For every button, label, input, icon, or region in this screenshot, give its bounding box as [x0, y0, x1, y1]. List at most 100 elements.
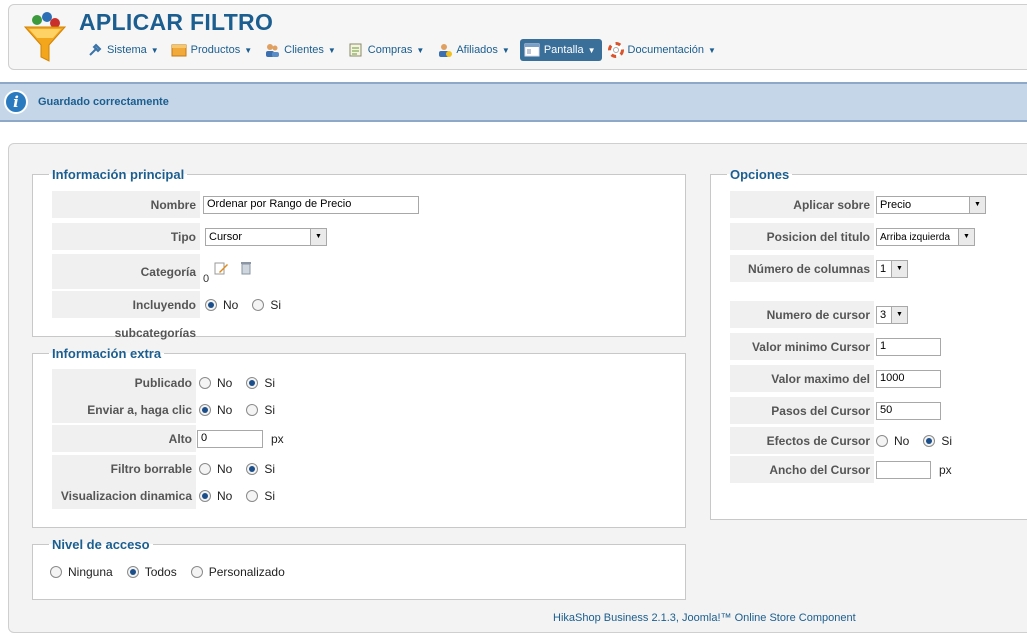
- categoria-row: Categoría 0: [52, 254, 672, 290]
- menu-afiliados[interactable]: Afiliados ▼: [434, 39, 516, 61]
- main-info-legend: Información principal: [52, 167, 185, 182]
- options-legend: Opciones: [730, 167, 790, 182]
- publicado-si-radio[interactable]: [246, 377, 259, 389]
- access-personalizado-radio[interactable]: [190, 566, 203, 578]
- access-todos-label: Todos: [144, 565, 177, 579]
- access-todos-radio[interactable]: [126, 566, 139, 578]
- efectos-si-label: Si: [941, 434, 953, 448]
- borrable-no-radio[interactable]: [199, 463, 211, 475]
- extra-info-legend: Información extra: [52, 346, 162, 361]
- columnas-label: Número de columnas: [730, 255, 874, 283]
- publicado-no-label: No: [217, 376, 233, 390]
- posicion-row: Posicion del titulo Arriba izquierda ▼: [730, 223, 1027, 251]
- display-icon: [524, 43, 540, 57]
- users-icon: [266, 44, 280, 57]
- nombre-input[interactable]: Ordenar por Rango de Precio: [203, 196, 419, 214]
- aplicar-label: Aplicar sobre: [730, 191, 874, 219]
- alto-label: Alto: [52, 425, 196, 453]
- min-input[interactable]: 1: [876, 338, 941, 356]
- message-text: Guardado correctamente: [38, 96, 169, 108]
- menu-sistema[interactable]: Sistema ▼: [85, 39, 165, 61]
- ancho-row: Ancho del Cursor px: [730, 456, 1027, 484]
- enviar-row: Enviar a, haga clic No Si: [52, 396, 672, 424]
- pasos-label: Pasos del Cursor: [730, 397, 874, 425]
- wrench-icon: [89, 43, 102, 56]
- cursor-num-select[interactable]: 3 ▼: [876, 306, 908, 324]
- subcat-no-radio[interactable]: [205, 299, 217, 311]
- subcat-si-label: Si: [270, 298, 282, 312]
- menu-sistema-label: Sistema: [107, 44, 147, 56]
- chevron-down-icon: ▼: [327, 45, 336, 55]
- alto-row: Alto 0 px: [52, 425, 672, 453]
- enviar-label: Enviar a, haga clic: [52, 396, 196, 424]
- efectos-si-radio[interactable]: [923, 435, 936, 447]
- chevron-down-icon: ▼: [416, 45, 425, 55]
- nombre-label: Nombre: [52, 191, 200, 219]
- ancho-label: Ancho del Cursor: [730, 456, 874, 484]
- tipo-select[interactable]: Cursor ▼: [205, 228, 327, 246]
- alto-input[interactable]: 0: [197, 430, 263, 448]
- menu-clientes-label: Clientes: [284, 44, 324, 56]
- menu-productos[interactable]: Productos ▼: [169, 39, 258, 61]
- ancho-unit: px: [939, 463, 952, 477]
- dinamica-no-label: No: [217, 489, 233, 503]
- cart-icon: [349, 43, 362, 57]
- trash-icon[interactable]: [239, 260, 253, 276]
- enviar-si-label: Si: [264, 403, 276, 417]
- box-icon: [171, 44, 187, 57]
- publicado-no-radio[interactable]: [199, 377, 211, 389]
- menu-compras[interactable]: Compras ▼: [346, 39, 431, 61]
- columnas-select[interactable]: 1 ▼: [876, 260, 908, 278]
- dinamica-si-label: Si: [264, 489, 276, 503]
- menu-documentacion[interactable]: Documentación ▼: [606, 39, 722, 61]
- tipo-row: Tipo Cursor ▼: [52, 223, 672, 251]
- borrable-si-label: Si: [264, 462, 276, 476]
- subcat-no-label: No: [223, 298, 239, 312]
- menu-pantalla-label: Pantalla: [543, 44, 584, 56]
- dinamica-si-radio[interactable]: [246, 490, 259, 502]
- enviar-no-label: No: [217, 403, 233, 417]
- borrable-si-radio[interactable]: [246, 463, 259, 475]
- aplicar-row: Aplicar sobre Precio ▼: [730, 191, 1027, 219]
- dinamica-label: Visualizacion dinamica: [52, 482, 196, 510]
- enviar-si-radio[interactable]: [246, 404, 259, 416]
- dinamica-row: Visualizacion dinamica No Si: [52, 482, 672, 510]
- chevron-down-icon: ▼: [310, 229, 326, 245]
- efectos-no-label: No: [894, 434, 910, 448]
- chevron-down-icon: ▼: [891, 261, 907, 277]
- max-label: Valor maximo del Cursor: [730, 365, 874, 414]
- chevron-down-icon: ▼: [707, 45, 716, 55]
- dinamica-no-radio[interactable]: [199, 490, 211, 502]
- categoria-label: Categoría: [52, 254, 200, 290]
- aplicar-select[interactable]: Precio ▼: [876, 196, 986, 214]
- pasos-input[interactable]: 50: [876, 402, 941, 420]
- chevron-down-icon: ▼: [587, 45, 596, 55]
- menu-clientes[interactable]: Clientes ▼: [262, 39, 342, 61]
- edit-icon[interactable]: [213, 260, 229, 276]
- borrable-row: Filtro borrable No Si: [52, 455, 672, 483]
- min-label: Valor minimo Cursor: [730, 333, 874, 361]
- efectos-no-radio[interactable]: [876, 435, 888, 447]
- categoria-value: 0: [203, 273, 210, 285]
- publicado-label: Publicado: [52, 369, 196, 397]
- lifebuoy-icon: [607, 42, 624, 58]
- access-ninguna-radio[interactable]: [50, 566, 62, 578]
- ancho-input[interactable]: [876, 461, 931, 479]
- enviar-no-radio[interactable]: [199, 404, 211, 416]
- subcat-si-radio[interactable]: [252, 299, 265, 311]
- access-ninguna-label: Ninguna: [68, 565, 113, 579]
- posicion-select[interactable]: Arriba izquierda ▼: [876, 228, 975, 246]
- subcategorias-row: Incluyendo subcategorías No Si: [52, 291, 672, 340]
- efectos-label: Efectos de Cursor: [730, 427, 874, 455]
- columnas-row: Número de columnas 1 ▼: [730, 255, 1027, 283]
- menu-documentacion-label: Documentación: [627, 44, 704, 56]
- posicion-select-value: Arriba izquierda: [880, 231, 951, 243]
- cursor-num-row: Numero de cursor 3 ▼: [730, 301, 1027, 329]
- max-input[interactable]: 1000: [876, 370, 941, 388]
- columnas-select-value: 1: [880, 263, 887, 275]
- posicion-label: Posicion del titulo: [730, 223, 874, 251]
- footer-credit: HikaShop Business 2.1.3, Joomla!™ Online…: [553, 612, 856, 624]
- menu-pantalla[interactable]: Pantalla ▼: [519, 39, 602, 61]
- chevron-down-icon: ▼: [150, 45, 159, 55]
- tipo-label: Tipo: [52, 223, 200, 251]
